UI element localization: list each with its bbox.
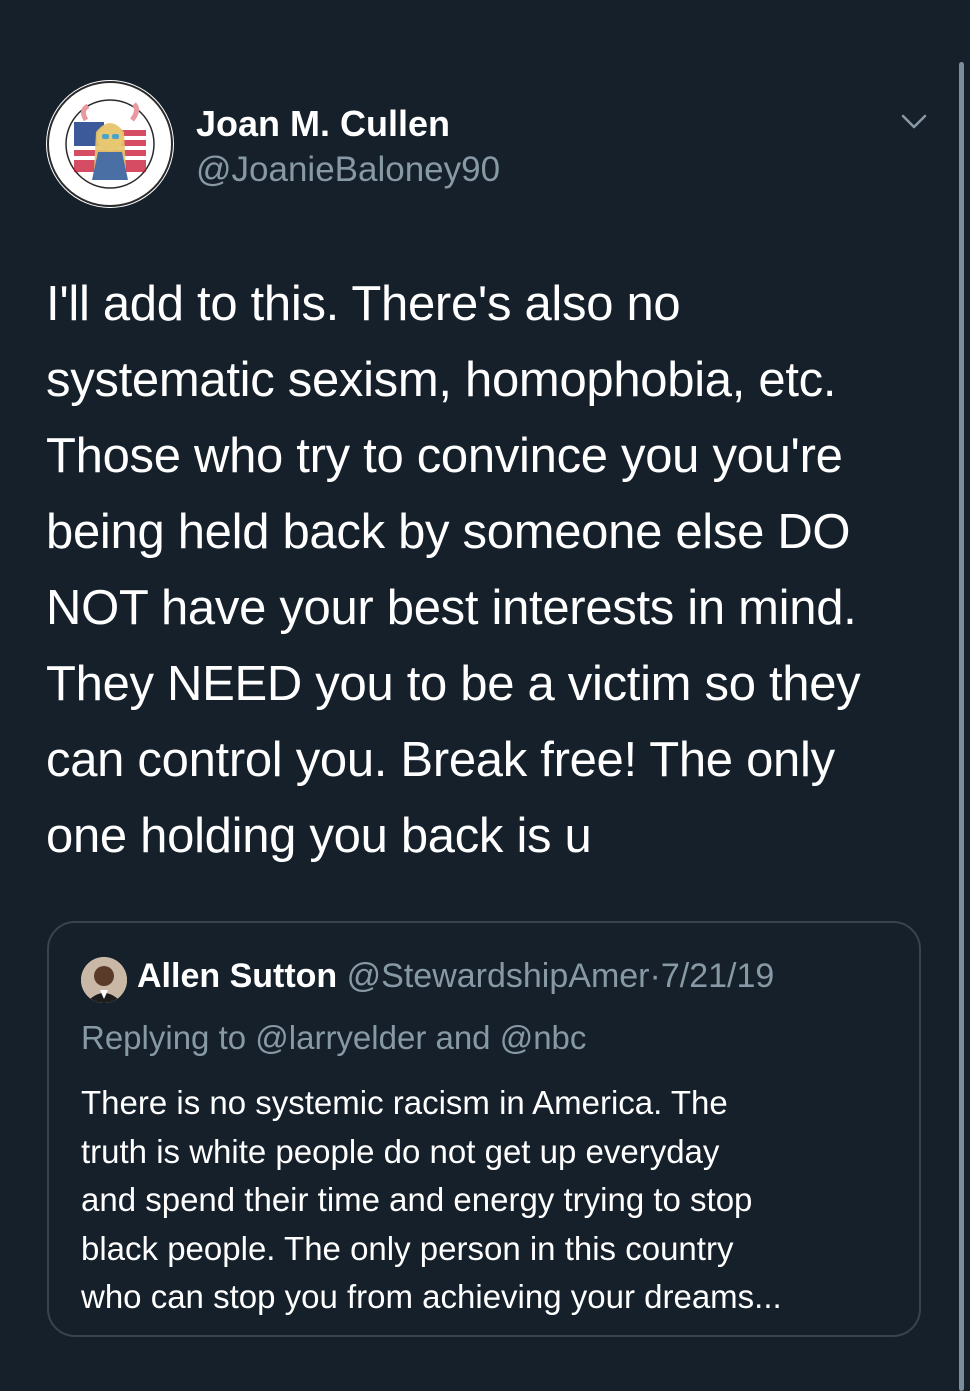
tweet-line: Those who try to convince you you're	[46, 429, 843, 483]
author-avatar[interactable]	[46, 80, 174, 208]
tweet-line: systematic sexism, homophobia, etc.	[46, 353, 837, 407]
tweet-line: I'll add to this. There's also no	[46, 277, 681, 331]
tweet-line: being held back by someone else DO	[46, 505, 851, 559]
tweet-line: one holding you back is u	[46, 809, 592, 863]
quoted-line: and spend their time and energy trying t…	[81, 1181, 753, 1218]
quoted-author-handle: @StewardshipAmer	[346, 957, 650, 995]
chevron-down-icon	[901, 114, 927, 129]
quoted-body: There is no systemic racism in America. …	[81, 1079, 911, 1322]
scrollbar[interactable]	[959, 62, 964, 1391]
tweet-line: They NEED you to be a victim so they	[46, 657, 861, 711]
tweet-body: I'll add to this. There's also no system…	[46, 266, 926, 874]
quoted-line: who can stop you from achieving your dre…	[81, 1278, 782, 1315]
quoted-author-avatar	[81, 957, 127, 1003]
tweet-line: can control you. Break free! The only	[46, 733, 835, 787]
quoted-line: truth is white people do not get up ever…	[81, 1132, 720, 1170]
quoted-author-name: Allen Sutton	[137, 957, 338, 995]
tweet-menu-button[interactable]	[898, 108, 930, 136]
author-display-name[interactable]: Joan M. Cullen	[196, 103, 450, 145]
tweet-line: NOT have your best interests in mind.	[46, 581, 857, 635]
quoted-line: black people. The only person in this co…	[81, 1229, 734, 1267]
quoted-tweet-card[interactable]: Allen Sutton @StewardshipAmer·7/21/19 Re…	[47, 921, 921, 1337]
user-avatar-icon	[81, 957, 127, 1003]
quoted-date: 7/21/19	[660, 957, 775, 995]
quoted-header: Allen Sutton @StewardshipAmer·7/21/19	[137, 957, 774, 996]
separator-dot: ·	[649, 957, 661, 995]
profile-badge-icon	[47, 81, 173, 207]
quoted-line: There is no systemic racism in America. …	[81, 1084, 728, 1121]
replying-to: Replying to @larryelder and @nbc	[81, 1019, 587, 1056]
author-handle[interactable]: @JoanieBaloney90	[196, 150, 500, 190]
